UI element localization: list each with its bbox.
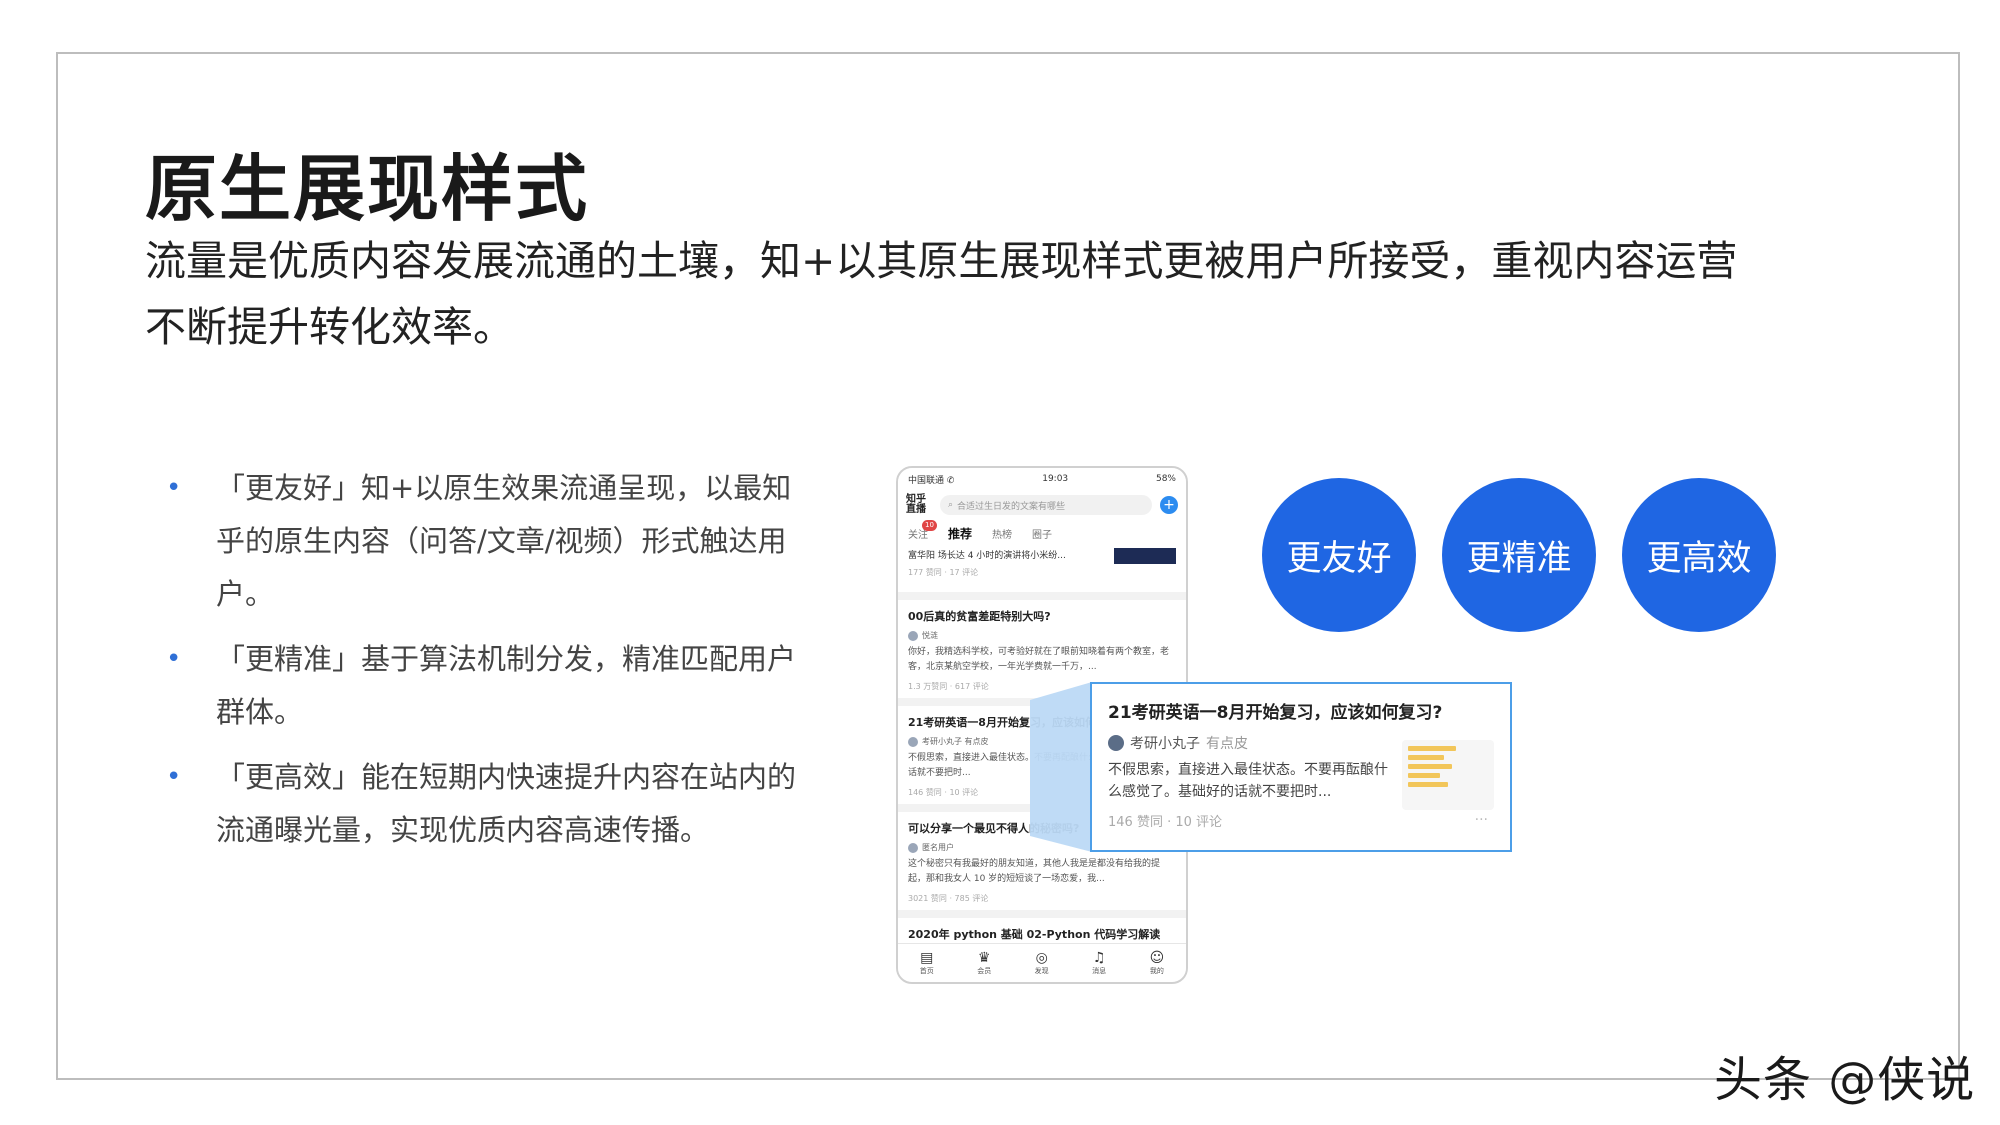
feed-item-text: 富华阳 场长达 4 小时的演讲将小米纷...	[908, 551, 1066, 561]
feed-top-item[interactable]: 富华阳 场长达 4 小时的演讲将小米纷... 177 赞同 · 17 评论	[898, 546, 1186, 592]
avatar	[908, 842, 918, 853]
more-icon: ···	[1474, 812, 1488, 828]
search-icon: ⌕	[948, 500, 954, 510]
tab-circle[interactable]: 圈子	[1032, 526, 1052, 541]
bullet-dot-icon: •	[166, 473, 182, 503]
avatar	[908, 630, 918, 641]
zoom-card-excerpt: 不假思索，直接进入最佳状态。不要再酝酿什么感觉了。基础好的话就不要把时...	[1108, 762, 1388, 800]
zoom-card-title: 21考研英语一8月开始复习，应该如何复习?	[1108, 703, 1443, 723]
badge-friendly: 更友好	[1262, 478, 1416, 632]
add-button[interactable]: +	[1160, 496, 1178, 514]
badge-precise: 更精准	[1442, 478, 1596, 632]
avatar	[1108, 735, 1124, 751]
bullet-dot-icon: •	[166, 762, 182, 792]
card-title: 2020年 python 基础 02-Python 代码学习解读	[908, 928, 1161, 941]
app-logo[interactable]: 知乎 直播	[906, 495, 932, 515]
nav-label: 发现	[1034, 967, 1049, 975]
tab-hot[interactable]: 热榜	[992, 526, 1012, 541]
status-bar: 中国联通 ✆ 19:03 58%	[898, 468, 1186, 490]
bullet-dot-icon: •	[166, 644, 182, 674]
card-excerpt: 你好，我精选科学校，可考验好就在了眼前知晓着有两个教室，老客，北京某航空学校，一…	[908, 647, 1170, 672]
video-thumbnail	[1114, 548, 1176, 564]
app-header: 知乎 直播 ⌕ 合适过生日发的文案有哪些 +	[898, 490, 1186, 520]
file-list-thumbnail	[1402, 740, 1494, 810]
page-title: 原生展现样式	[145, 147, 590, 231]
bell-icon: ♫	[1092, 950, 1106, 966]
bullet-list: • 「更友好」知+以原生效果流通呈现，以最知乎的原生内容（问答/文章/视频）形式触…	[160, 462, 820, 869]
tab-recommend[interactable]: 推荐	[948, 525, 972, 542]
nav-home[interactable]: ▤ 首页	[920, 950, 934, 976]
battery-label: 58%	[1155, 474, 1176, 484]
card-author: 悦涟	[908, 630, 1176, 641]
avatar	[908, 736, 918, 747]
home-icon: ▤	[920, 950, 934, 966]
author-tag: 有点皮	[1206, 736, 1248, 752]
nav-discover[interactable]: ◎ 发现	[1035, 950, 1049, 976]
author-name: 考研小丸子	[1130, 736, 1200, 752]
author-name: 匿名用户	[922, 843, 954, 852]
nav-profile[interactable]: ☺ 我的	[1150, 950, 1165, 976]
bullet-item: • 「更高效」能在短期内快速提升内容在站内的流通曝光量，实现优质内容高速传播。	[160, 751, 820, 857]
bullet-item: • 「更友好」知+以原生效果流通呈现，以最知乎的原生内容（问答/文章/视频）形式触…	[160, 462, 820, 621]
author-name: 悦涟	[922, 631, 938, 640]
nav-label: 我的	[1149, 967, 1164, 975]
nav-label: 会员	[977, 967, 992, 975]
card-excerpt: 这个秘密只有我最好的朋友知道，其他人我是是都没有给我的提起，那和我女人 10 岁…	[908, 859, 1161, 884]
badge-efficient: 更高效	[1622, 478, 1776, 632]
search-input[interactable]: ⌕ 合适过生日发的文案有哪些	[940, 495, 1152, 515]
bottom-nav: ▤ 首页 ♛ 会员 ◎ 发现 ♫ 消息 ☺ 我的	[898, 943, 1186, 982]
bullet-text: 「更高效」能在短期内快速提升内容在站内的流通曝光量，实现优质内容高速传播。	[216, 760, 797, 847]
card-title: 00后真的贫富差距特别大吗?	[908, 610, 1051, 623]
feed-item-meta: 177 赞同 · 17 评论	[908, 568, 979, 577]
user-icon: ☺	[1149, 950, 1165, 966]
nav-label: 消息	[1092, 967, 1107, 975]
feed-tabs: 关注 10 推荐 热榜 圈子	[898, 520, 1186, 546]
nav-messages[interactable]: ♫ 消息	[1092, 950, 1106, 976]
compass-icon: ◎	[1035, 950, 1048, 966]
nav-member[interactable]: ♛ 会员	[977, 950, 991, 976]
search-placeholder: 合适过生日发的文案有哪些	[957, 501, 1066, 512]
bullet-text: 「更友好」知+以原生效果流通呈现，以最知乎的原生内容（问答/文章/视频）形式触达…	[216, 471, 792, 611]
card-meta: 3021 赞同 · 785 评论	[908, 894, 989, 903]
page-subtitle: 流量是优质内容发展流通的土壤，知+以其原生展现样式更被用户所接受，重视内容运营不…	[145, 237, 1738, 351]
author-name: 考研小丸子 有点皮	[922, 737, 989, 746]
bullet-text: 「更精准」基于算法机制分发，精准匹配用户群体。	[216, 642, 797, 729]
notification-badge: 10	[922, 520, 937, 531]
crown-icon: ♛	[977, 950, 991, 966]
carrier-label: 中国联通 ✆	[908, 475, 955, 486]
zoomed-feed-card: 21考研英语一8月开始复习，应该如何复习? 考研小丸子 有点皮 不假思索，直接进…	[1090, 682, 1512, 852]
watermark: 头条 @侠说	[1714, 1052, 1976, 1108]
clock-label: 19:03	[1042, 474, 1069, 484]
zoom-card-meta: 146 赞同 · 10 评论	[1108, 815, 1223, 830]
bullet-item: • 「更精准」基于算法机制分发，精准匹配用户群体。	[160, 633, 820, 739]
nav-label: 首页	[919, 967, 934, 975]
